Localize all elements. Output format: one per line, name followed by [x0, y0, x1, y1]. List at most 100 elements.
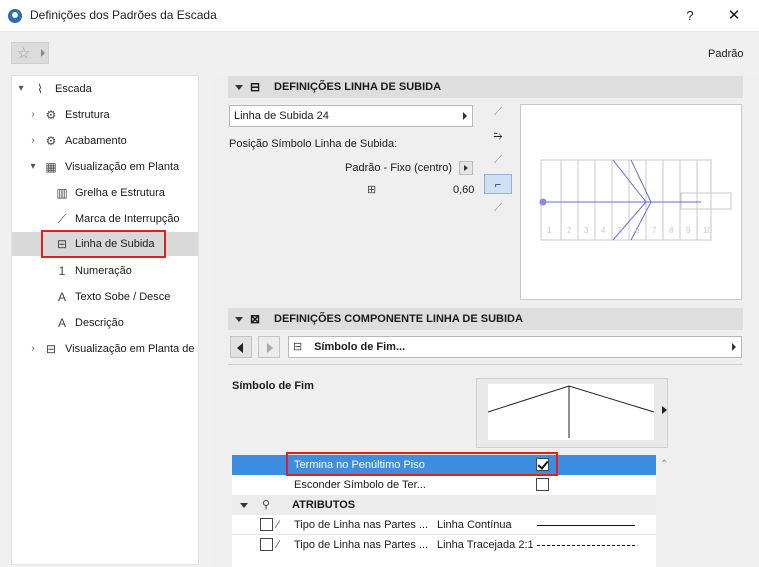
walkline-settings-header[interactable]: ⊟ DEFINIÇÕES LINHA DE SUBIDA	[228, 76, 743, 98]
next-button[interactable]	[258, 336, 280, 358]
floorplan-icon: ▦	[45, 160, 57, 174]
tree-item-escada[interactable]: ▾ ⌇ Escada	[12, 77, 198, 101]
position-popup-button[interactable]	[459, 161, 473, 175]
tree-item-estrutura[interactable]: › ⚙ Estrutura	[12, 103, 198, 127]
stair-icon: ⌇	[37, 82, 43, 96]
component-icon: ⊠	[250, 312, 261, 326]
star-icon: ☆	[17, 45, 31, 62]
hide-end-symbol-checkbox[interactable]	[536, 478, 549, 491]
attribute-checkbox[interactable]	[260, 538, 273, 551]
attributes-icon: ⚲	[262, 499, 271, 511]
break-mark-icon: ⟋	[57, 212, 67, 226]
walkline-style-5-icon[interactable]: ⟋	[484, 198, 512, 218]
chevron-right-icon	[732, 343, 736, 351]
step-number: 4	[601, 226, 606, 235]
row-label: Esconder Símbolo de Ter...	[294, 479, 426, 491]
chevron-right-icon[interactable]: ›	[28, 103, 38, 127]
walkline-icon: ⊟	[293, 341, 303, 353]
line-type-icon: ∕	[277, 519, 279, 531]
attribute-checkbox[interactable]	[260, 518, 273, 531]
expand-arrow-icon[interactable]: ▾	[28, 155, 38, 179]
tree-item-label: Visualização em Planta	[65, 161, 180, 173]
step-number: 7	[652, 226, 657, 235]
dropdown-value: Símbolo de Fim...	[314, 341, 406, 353]
selection-highlight	[41, 230, 166, 258]
up-down-text-icon: A	[57, 290, 66, 304]
end-symbol-drawing	[487, 385, 655, 438]
walkline-type-dropdown[interactable]: Linha de Subida 24	[229, 105, 473, 127]
chevron-right-icon[interactable]: ›	[28, 337, 38, 361]
tree-item-visualizacao-planta[interactable]: ▾ ▦ Visualização em Planta	[12, 155, 198, 179]
walkline-style-icons: ⟋ ⥲ ⟋ ⌐ ⟋	[484, 102, 514, 222]
previous-button[interactable]	[230, 336, 252, 358]
scroll-up-icon[interactable]: ⌃	[660, 459, 668, 470]
chevron-right-icon[interactable]	[662, 406, 667, 414]
chevron-right-icon	[464, 165, 468, 171]
help-button[interactable]: ?	[680, 6, 700, 26]
tree-item-label: Acabamento	[65, 135, 127, 147]
step-number: 1	[547, 226, 552, 235]
step-number: 5	[618, 226, 623, 235]
chevron-right-icon	[267, 343, 273, 353]
step-number: 9	[686, 226, 691, 235]
tree-item-grelha[interactable]: ▥ Grelha e Estrutura	[12, 181, 198, 205]
step-number: 3	[584, 226, 589, 235]
section-title: DEFINIÇÕES COMPONENTE LINHA DE SUBIDA	[274, 313, 523, 325]
favorites-button[interactable]: ☆	[11, 42, 49, 64]
grid-icon: ▥	[56, 186, 68, 200]
tree-item-label: Marca de Interrupção	[75, 213, 180, 225]
row-label: Tipo de Linha nas Partes ...	[294, 539, 429, 551]
close-button[interactable]: ✕	[724, 6, 744, 26]
dashed-line-preview	[537, 545, 635, 546]
tree-item-label: Numeração	[75, 265, 132, 277]
table-row[interactable]: ∕ Tipo de Linha nas Partes ... Linha Tra…	[232, 535, 656, 555]
chevron-right-icon[interactable]: ›	[28, 129, 38, 153]
app-logo-icon	[8, 9, 22, 23]
tree-item-texto-sobe-desce[interactable]: A Texto Sobe / Desce	[12, 285, 198, 309]
attributes-group-row[interactable]: ⚲ ATRIBUTOS	[232, 495, 656, 515]
walkline-component-header[interactable]: ⊠ DEFINIÇÕES COMPONENTE LINHA DE SUBIDA	[228, 308, 743, 330]
expand-arrow-icon[interactable]: ▾	[16, 77, 26, 101]
offset-icon: ⊞	[367, 184, 377, 196]
row-value[interactable]: Linha Tracejada 2:1	[437, 535, 534, 555]
table-row[interactable]: ∕ Tipo de Linha nas Partes ... Linha Con…	[232, 515, 656, 535]
tree-item-descricao[interactable]: A Descrição	[12, 311, 198, 335]
divider	[228, 364, 743, 365]
walkline-icon: ⊟	[250, 80, 261, 94]
section-title: DEFINIÇÕES LINHA DE SUBIDA	[274, 81, 442, 93]
position-value[interactable]: Padrão - Fixo (centro)	[345, 162, 452, 174]
walkline-style-2-icon[interactable]: ⥲	[484, 126, 512, 146]
table-row[interactable]: Esconder Símbolo de Ter...	[232, 475, 656, 495]
tree-item-label: Texto Sobe / Desce	[75, 291, 171, 303]
tree-item-acabamento[interactable]: › ⚙ Acabamento	[12, 129, 198, 153]
collapse-arrow-icon[interactable]	[240, 503, 248, 508]
stair-preview: 1 2 3 4 5 6 7 8 9 10	[520, 104, 742, 300]
numbering-icon: 1	[58, 264, 66, 278]
component-dropdown[interactable]: ⊟ Símbolo de Fim...	[288, 336, 742, 358]
floorplan-icon: ⊟	[45, 342, 57, 356]
window-title: Definições dos Padrões da Escada	[30, 8, 217, 22]
tree-item-visualizacao-planta-de[interactable]: › ⊟ Visualização em Planta de	[12, 337, 198, 361]
row-value[interactable]: Linha Contínua	[437, 515, 512, 535]
tree-item-marca-interrupcao[interactable]: ⟋ Marca de Interrupção	[12, 207, 198, 231]
step-number: 8	[669, 226, 674, 235]
end-symbol-preview	[487, 384, 655, 440]
tree-item-label: Estrutura	[65, 109, 110, 121]
position-label: Posição Símbolo Linha de Subida:	[229, 138, 398, 150]
highlight-box	[286, 452, 558, 476]
collapse-arrow-icon[interactable]	[235, 85, 243, 90]
tree-item-numeracao[interactable]: 1 Numeração	[12, 259, 198, 283]
chevron-right-icon	[463, 112, 467, 120]
solid-line-preview	[537, 525, 635, 526]
stair-preview-drawing: 1 2 3 4 5 6 7 8 9 10	[539, 159, 732, 241]
description-icon: A	[57, 316, 66, 330]
step-number: 6	[635, 226, 640, 235]
finish-icon: ⚙	[45, 134, 57, 148]
offset-value[interactable]: 0,60	[453, 184, 474, 196]
line-type-icon: ∕	[277, 539, 279, 551]
walkline-style-1-icon[interactable]: ⟋	[484, 102, 512, 122]
walkline-style-4-icon[interactable]: ⌐	[484, 174, 512, 194]
collapse-arrow-icon[interactable]	[235, 317, 243, 322]
step-number: 10	[703, 226, 712, 235]
walkline-style-3-icon[interactable]: ⟋	[484, 150, 512, 170]
